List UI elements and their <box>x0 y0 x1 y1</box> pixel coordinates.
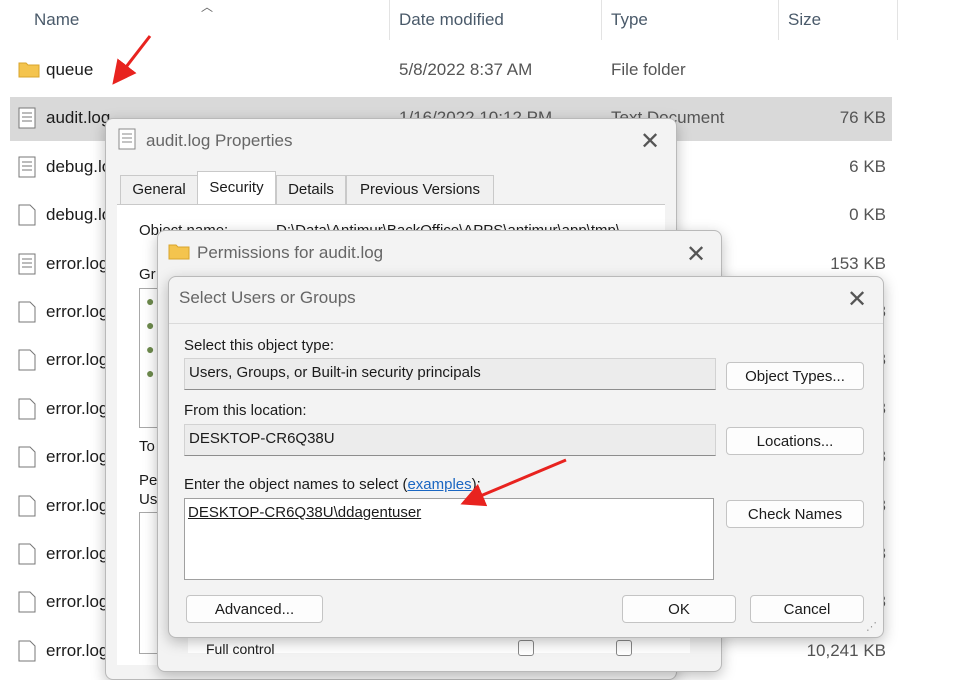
red-arrow-icon <box>460 458 567 507</box>
annotation-overlay <box>112 35 567 507</box>
red-arrow-icon <box>112 35 152 85</box>
